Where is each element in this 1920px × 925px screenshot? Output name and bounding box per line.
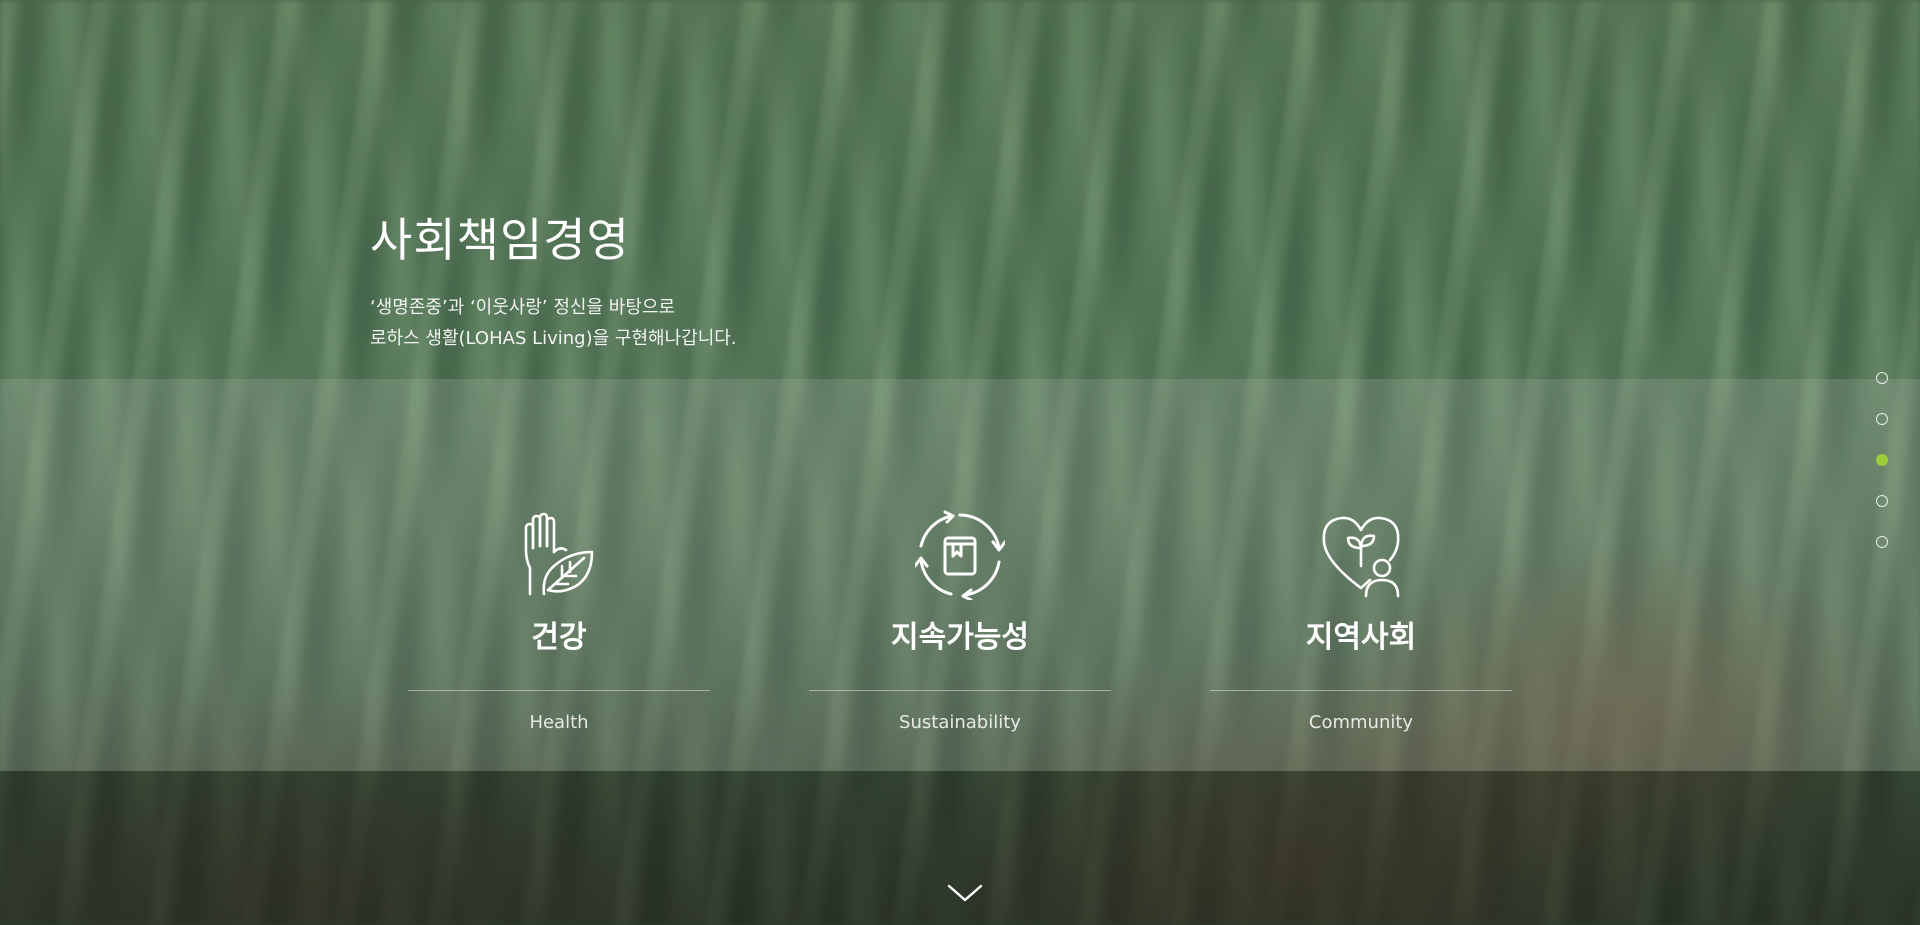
section-description: ‘생명존중’과 ‘이웃사랑’ 정신을 바탕으로 로하스 생활(LOHAS Liv… [370, 292, 737, 354]
pagination-dot-4[interactable] [1876, 495, 1888, 507]
csr-section: 사회책임경영 ‘생명존중’과 ‘이웃사랑’ 정신을 바탕으로 로하스 생활(LO… [0, 0, 1920, 925]
pillar-subtitle: Health [529, 712, 589, 733]
description-line-2: 로하스 생활(LOHAS Living)을 구현해나갑니다. [370, 328, 737, 349]
pillar-subtitle: Sustainability [899, 712, 1021, 733]
pillar-divider [1210, 690, 1512, 691]
pillars: 건강 Health 지속가능성 Sustainability 지역사회 Comm… [408, 510, 1512, 760]
heart-sprout-person-icon [1322, 516, 1400, 598]
pillar-title: 지역사회 [1305, 620, 1417, 655]
pillar-divider [408, 690, 710, 691]
pillar-title: 지속가능성 [891, 620, 1029, 655]
pillar-title: 건강 [531, 620, 587, 655]
section-heading: 사회책임경영 ‘생명존중’과 ‘이웃사랑’ 정신을 바탕으로 로하스 생활(LO… [370, 210, 737, 354]
section-pagination [1876, 372, 1890, 577]
hand-leaf-icon [524, 512, 594, 596]
pillar-divider [809, 690, 1111, 691]
pagination-dot-2[interactable] [1876, 413, 1888, 425]
pagination-dot-1[interactable] [1876, 372, 1888, 384]
pillar-sustainability[interactable]: 지속가능성 Sustainability [809, 510, 1111, 750]
chevron-down-icon[interactable] [945, 882, 985, 906]
pillar-community[interactable]: 지역사회 Community [1210, 510, 1512, 750]
pagination-dot-5[interactable] [1876, 536, 1888, 548]
recycle-box-icon [915, 510, 1005, 600]
description-line-1: ‘생명존중’과 ‘이웃사랑’ 정신을 바탕으로 [370, 297, 676, 318]
pillar-subtitle: Community [1308, 712, 1414, 733]
pillar-health[interactable]: 건강 Health [408, 510, 710, 750]
section-title: 사회책임경영 [370, 213, 630, 267]
pagination-dot-3[interactable] [1876, 454, 1888, 466]
